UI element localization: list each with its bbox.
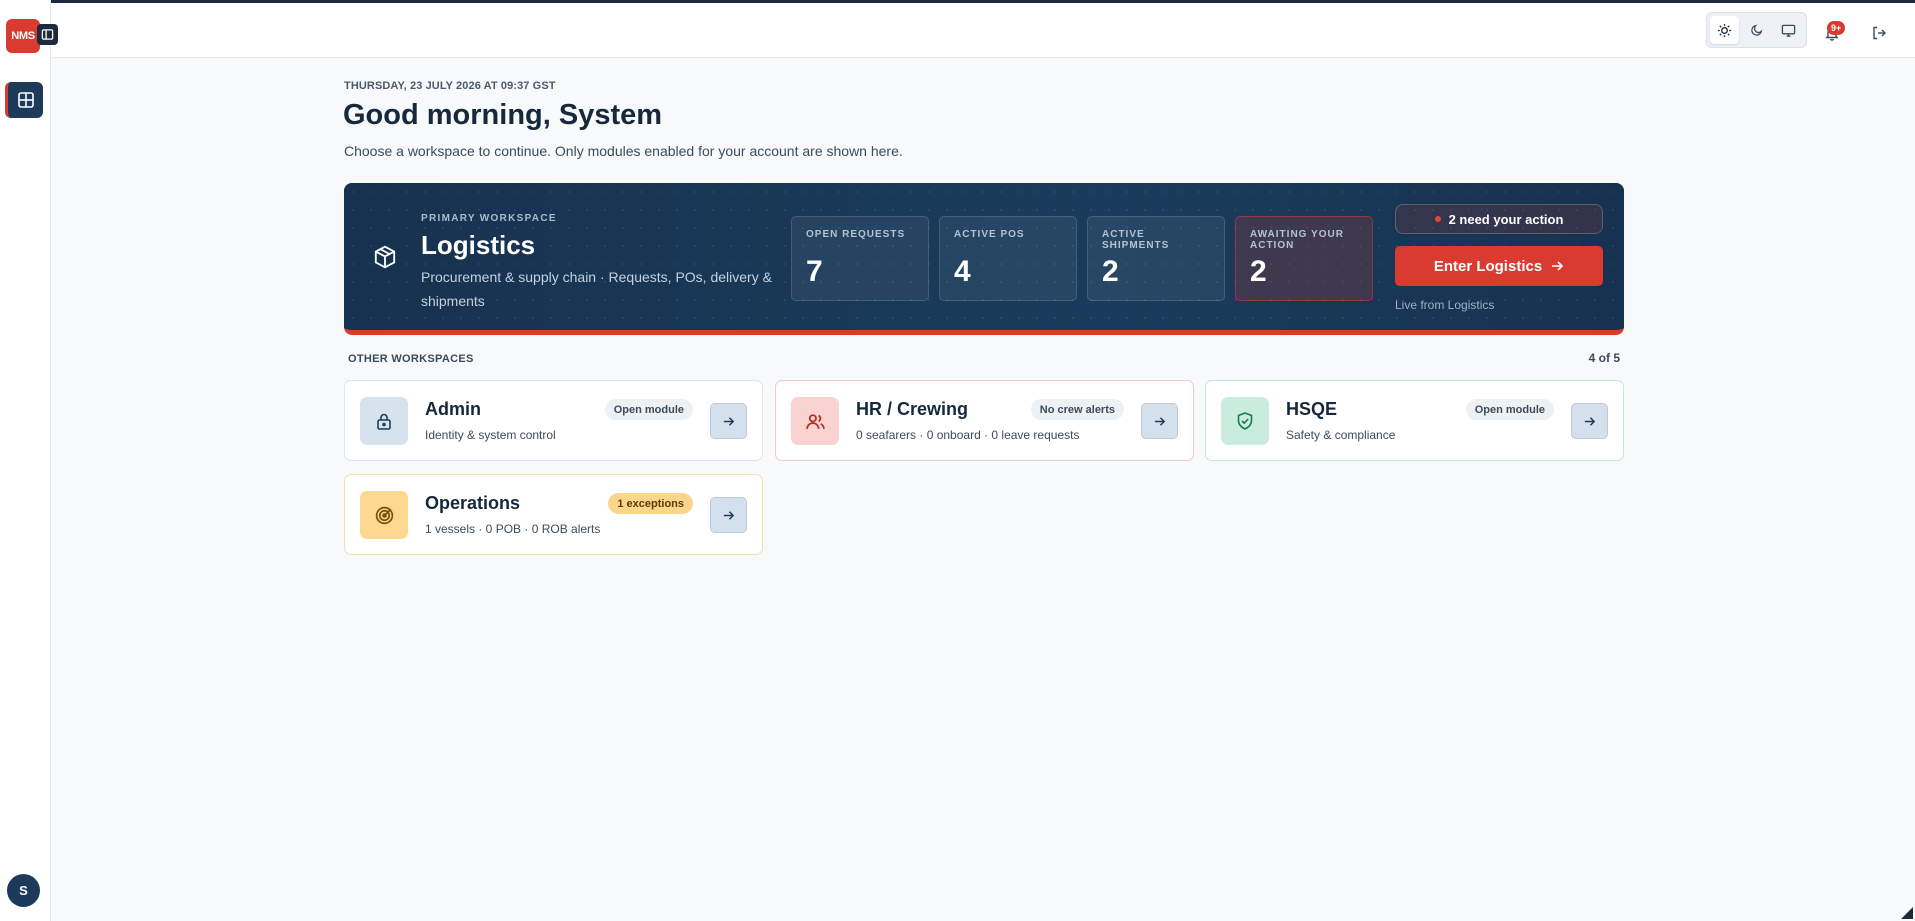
stat-active-shipments: ACTIVE SHIPMENTS 2 xyxy=(1087,216,1225,301)
stat-value: 7 xyxy=(806,255,823,288)
workspace-icon-tile xyxy=(360,491,408,539)
need-action-text: 2 need your action xyxy=(1448,211,1564,227)
arrow-right-icon xyxy=(723,416,735,426)
logout-icon xyxy=(1873,26,1886,40)
enter-logistics-label: Enter Logistics xyxy=(1433,257,1543,275)
theme-system-button[interactable] xyxy=(1774,16,1803,44)
resize-handle-icon[interactable] xyxy=(1901,907,1913,919)
lock-icon xyxy=(377,413,391,430)
workspace-card-hr-crewing[interactable]: HR / Crewing 0 seafarers · 0 onboard · 0… xyxy=(775,380,1194,461)
page-title: Good morning, System xyxy=(343,99,663,131)
sidebar-toggle-button[interactable] xyxy=(37,24,58,45)
alert-dot-icon xyxy=(1434,216,1441,222)
user-avatar[interactable]: S xyxy=(7,874,40,907)
stat-value: 2 xyxy=(1102,255,1119,288)
workspace-status-badge: 1 exceptions xyxy=(608,493,693,514)
workspace-icon-tile xyxy=(791,397,839,445)
logout-button[interactable] xyxy=(1865,19,1893,47)
arrow-right-icon xyxy=(1584,416,1596,426)
primary-description: Procurement & supply chain · Requests, P… xyxy=(421,269,772,309)
workspace-card-admin[interactable]: Admin Identity & system control Open mod… xyxy=(344,380,763,461)
workspace-title: HR / Crewing xyxy=(856,399,969,419)
logo-text: NMS xyxy=(11,30,35,42)
open-admin-button[interactable] xyxy=(710,403,747,439)
stat-label: OPEN REQUESTS xyxy=(806,229,906,240)
need-action-badge: 2 need your action xyxy=(1395,204,1603,234)
moon-icon xyxy=(1750,24,1762,36)
workspace-status-badge: Open module xyxy=(1465,399,1554,420)
other-workspaces-title: OTHER WORKSPACES xyxy=(348,353,474,365)
dateline: THURSDAY, 23 JULY 2026 AT 09:37 GST xyxy=(344,80,556,92)
workspace-title: HSQE xyxy=(1286,399,1338,419)
workspace-icon-tile xyxy=(360,397,408,445)
radar-icon xyxy=(375,506,393,524)
sidebar-item-workspaces[interactable] xyxy=(5,82,43,118)
workspace-description: Safety & compliance xyxy=(1286,428,1396,442)
app-logo[interactable]: NMS xyxy=(6,19,40,53)
sun-icon xyxy=(1717,23,1732,37)
stat-label: ACTIVE POS xyxy=(954,229,1025,240)
open-hr-crewing-button[interactable] xyxy=(1141,403,1178,439)
stat-label: ACTIVE SHIPMENTS xyxy=(1102,229,1170,251)
live-from-text: Live from Logistics xyxy=(1395,298,1495,312)
page-subtitle: Choose a workspace to continue. Only mod… xyxy=(344,143,903,159)
users-icon xyxy=(805,413,825,429)
theme-switcher xyxy=(1706,12,1807,48)
avatar-initial: S xyxy=(19,883,28,898)
notifications-badge: 9+ xyxy=(1827,21,1846,35)
stat-value: 2 xyxy=(1250,255,1267,288)
sidebar: NMS S xyxy=(0,0,58,921)
open-hsqe-button[interactable] xyxy=(1571,403,1608,439)
theme-dark-button[interactable] xyxy=(1742,16,1771,44)
primary-workspace-card: PRIMARY WORKSPACE Logistics Procurement … xyxy=(344,183,1624,335)
other-workspaces-count: 4 of 5 xyxy=(1588,351,1620,365)
workspace-status-badge: Open module xyxy=(604,399,693,420)
workspace-description: Identity & system control xyxy=(425,428,556,442)
arrow-right-icon xyxy=(723,510,735,520)
top-bar: 9+ xyxy=(51,0,1915,58)
box-icon xyxy=(374,245,396,269)
workspace-description: 0 seafarers · 0 onboard · 0 leave reques… xyxy=(856,428,1080,442)
workspace-card-hsqe[interactable]: HSQE Safety & compliance Open module xyxy=(1205,380,1624,461)
open-operations-button[interactable] xyxy=(710,497,747,533)
workspace-icon-tile xyxy=(1221,397,1269,445)
panel-left-icon xyxy=(41,29,54,40)
stat-active-pos: ACTIVE POS 4 xyxy=(939,216,1077,301)
arrow-right-icon xyxy=(1154,416,1166,426)
stat-awaiting-action: AWAITING YOUR ACTION 2 xyxy=(1235,216,1373,301)
workspace-card-operations[interactable]: Operations 1 vessels · 0 POB · 0 ROB ale… xyxy=(344,474,763,555)
stat-open-requests: OPEN REQUESTS 7 xyxy=(791,216,929,301)
workspace-status-badge: No crew alerts xyxy=(1030,399,1124,420)
arrow-right-icon xyxy=(1552,261,1564,271)
grid-icon xyxy=(17,92,34,108)
theme-light-button[interactable] xyxy=(1710,16,1739,44)
workspace-description: 1 vessels · 0 POB · 0 ROB alerts xyxy=(425,522,601,536)
stat-label: AWAITING YOUR ACTION xyxy=(1250,229,1344,251)
workspace-title: Admin xyxy=(425,399,481,419)
primary-eyebrow: PRIMARY WORKSPACE xyxy=(421,213,557,224)
stat-value: 4 xyxy=(954,255,971,288)
primary-title: Logistics xyxy=(421,230,536,260)
shield-check-icon xyxy=(1237,412,1253,430)
enter-logistics-button[interactable]: Enter Logistics xyxy=(1395,246,1603,286)
monitor-icon xyxy=(1781,24,1796,37)
workspace-title: Operations xyxy=(425,493,521,513)
